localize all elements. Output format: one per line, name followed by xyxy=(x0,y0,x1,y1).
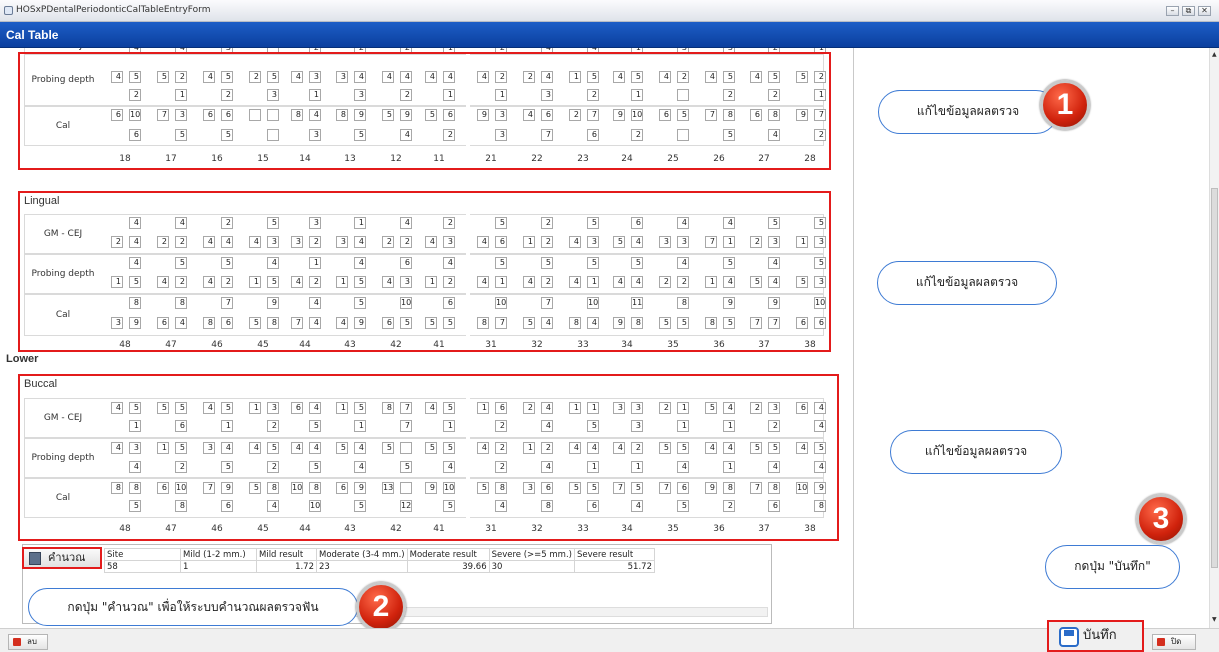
group-label-lower: Lower xyxy=(6,353,39,365)
save-icon xyxy=(1059,627,1079,647)
restore-button[interactable]: ⧉ xyxy=(1182,6,1195,16)
highlight-box-3 xyxy=(18,374,839,541)
close-button[interactable]: ปิด xyxy=(1152,634,1196,650)
cell-moderate: 23 xyxy=(316,560,408,573)
form-title: Cal Table xyxy=(6,28,59,42)
calculate-button[interactable]: คำนวณ xyxy=(22,547,102,569)
cell-mild-result: 1.72 xyxy=(256,560,317,573)
header-site: Site xyxy=(104,548,181,561)
close-button-label: ปิด xyxy=(1171,637,1182,646)
callout-edit-1: แก้ไขข้อมูลผลตรวจ xyxy=(878,90,1058,134)
header-severe: Severe (>=5 mm.) xyxy=(488,548,575,561)
scroll-up-icon[interactable]: ▲ xyxy=(1212,51,1217,58)
calculator-icon xyxy=(29,552,41,565)
callout-calculate: กดปุ่ม "คำนวณ" เพื่อให้ระบบคำนวณผลตรวจฟั… xyxy=(28,588,358,626)
delete-button[interactable]: ลบ xyxy=(8,634,48,650)
scroll-thumb[interactable] xyxy=(1211,188,1218,568)
result-table: Site Mild (1-2 mm.) Mild result Moderate… xyxy=(104,548,655,573)
badge-step-1: 1 xyxy=(1040,80,1090,130)
result-header-row: Site Mild (1-2 mm.) Mild result Moderate… xyxy=(104,548,655,561)
highlight-box-2 xyxy=(18,191,831,352)
result-row[interactable]: 58 1 1.72 23 39.66 30 51.72 xyxy=(104,560,655,573)
calculate-button-label: คำนวณ xyxy=(48,551,86,564)
delete-icon xyxy=(13,638,21,646)
app-icon xyxy=(4,6,13,15)
cell-severe: 30 xyxy=(488,560,575,573)
header-moderate-result: Moderate result xyxy=(406,548,490,561)
form-header: Cal Table xyxy=(0,22,1219,48)
window-title: HOSxPDentalPeriodonticCalTableEntryForm xyxy=(16,5,211,15)
bottom-toolbar: ลบ ปิด xyxy=(0,628,1219,652)
delete-button-label: ลบ xyxy=(27,637,37,646)
cell-site: 58 xyxy=(104,560,181,573)
highlight-box-1 xyxy=(18,52,831,170)
header-severe-result: Severe result xyxy=(573,548,655,561)
callout-edit-2: แก้ไขข้อมูลผลตรวจ xyxy=(877,261,1057,305)
header-moderate: Moderate (3-4 mm.) xyxy=(316,548,408,561)
badge-step-2: 2 xyxy=(356,582,406,632)
row-gm-cej-partial-label: GM - CEJ xyxy=(25,48,101,51)
scroll-down-icon[interactable]: ▼ xyxy=(1212,616,1217,623)
close-window-button[interactable]: ✕ xyxy=(1198,6,1211,16)
minimize-button[interactable]: – xyxy=(1166,6,1179,16)
callout-edit-3: แก้ไขข้อมูลผลตรวจ xyxy=(890,430,1062,474)
header-mild-result: Mild result xyxy=(256,548,317,561)
badge-step-3: 3 xyxy=(1136,494,1186,544)
save-button[interactable]: บันทึก xyxy=(1047,620,1144,652)
vertical-scrollbar[interactable]: ▲ ▼ xyxy=(1209,48,1219,628)
cell-moderate-result: 39.66 xyxy=(406,560,490,573)
cell-severe-result: 51.72 xyxy=(573,560,655,573)
callout-save: กดปุ่ม "บันทึก" xyxy=(1045,545,1180,589)
header-mild: Mild (1-2 mm.) xyxy=(180,548,257,561)
close-icon xyxy=(1157,638,1165,646)
window-titlebar: HOSxPDentalPeriodonticCalTableEntryForm … xyxy=(0,0,1219,22)
cell-mild: 1 xyxy=(180,560,257,573)
save-button-label: บันทึก xyxy=(1083,628,1117,643)
